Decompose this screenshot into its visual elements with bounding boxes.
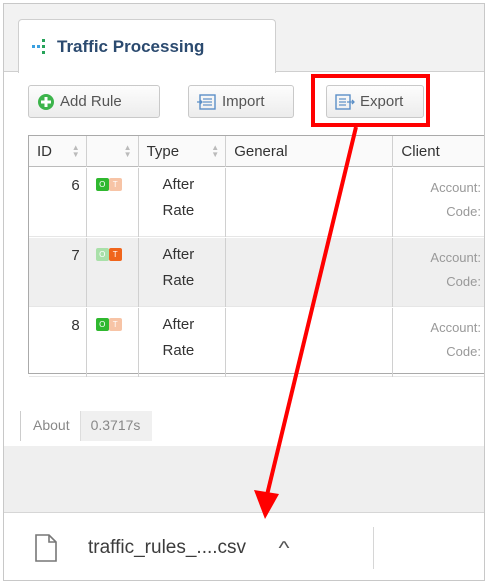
toolbar: Add Rule Import Export	[4, 73, 484, 125]
export-button[interactable]: Export	[326, 85, 424, 118]
document-icon	[35, 534, 57, 562]
row-status: OT	[87, 168, 139, 237]
chevron-up-icon[interactable]: ^	[268, 538, 299, 559]
tab-bar: Traffic Processing	[4, 4, 484, 73]
timing-value: 0.3717s	[79, 411, 153, 441]
export-label: Export	[360, 93, 404, 110]
sort-icon: ▲ ▼	[211, 143, 220, 159]
export-icon	[335, 93, 355, 110]
rules-grid: ID ▲▼ ▲▼ Type ▲▼ General Client 6 OT	[28, 135, 484, 377]
row-status: OT	[87, 238, 139, 307]
column-header-status[interactable]: ▲ ▼	[87, 136, 139, 167]
table-row[interactable]: 6 OT After Rate Account: Code:	[29, 168, 484, 237]
import-button[interactable]: Import	[188, 85, 294, 118]
column-header-general[interactable]: General	[226, 136, 394, 167]
import-label: Import	[222, 93, 265, 110]
status-toggle-icon[interactable]: T	[108, 178, 122, 191]
table-row[interactable]: 8 OT After Rate Account: Code:	[29, 308, 484, 377]
row-type: After Rate	[139, 168, 227, 237]
status-online-icon[interactable]: O	[95, 248, 109, 261]
grid-dots-icon	[32, 38, 45, 54]
row-general	[226, 308, 394, 377]
column-header-type[interactable]: Type ▲ ▼	[139, 136, 227, 167]
row-client: Account: Code:	[430, 250, 481, 289]
add-rule-label: Add Rule	[60, 93, 122, 110]
column-header-client[interactable]: Client	[393, 136, 484, 167]
about-link[interactable]: About	[20, 411, 80, 441]
column-header-id[interactable]: ID ▲ ▼	[29, 136, 87, 167]
table-row[interactable]: 7 OT After Rate Account: Code:	[29, 238, 484, 307]
status-toggle-icon[interactable]: T	[108, 318, 122, 331]
row-id: 6	[29, 168, 87, 237]
row-type: After Rate	[139, 308, 227, 377]
app-frame: Traffic Processing Add Rule Import Expor…	[3, 3, 485, 581]
row-id: 7	[29, 238, 87, 307]
row-status: OT	[87, 308, 139, 377]
plus-circle-icon	[38, 93, 54, 110]
status-online-icon[interactable]: O	[95, 318, 109, 331]
row-general	[226, 168, 394, 237]
download-file-name[interactable]: traffic_rules_....csv	[88, 537, 246, 559]
row-id: 8	[29, 308, 87, 377]
row-type: After Rate	[139, 238, 227, 307]
row-client: Account: Code:	[430, 180, 481, 219]
row-client: Account: Code:	[430, 320, 481, 359]
add-rule-button[interactable]: Add Rule	[28, 85, 160, 118]
import-icon	[197, 93, 216, 110]
tab-title: Traffic Processing	[57, 36, 205, 56]
status-toggle-icon[interactable]: T	[108, 248, 122, 261]
sort-icon: ▲ ▼	[71, 143, 80, 159]
status-footer: About 0.3717s	[4, 401, 484, 446]
tab-traffic-processing[interactable]: Traffic Processing	[18, 19, 276, 73]
row-general	[226, 238, 394, 307]
status-online-icon[interactable]: O	[95, 178, 109, 191]
download-bar: traffic_rules_....csv ^	[4, 512, 484, 580]
download-item[interactable]: traffic_rules_....csv ^	[26, 527, 374, 569]
sort-icon: ▲ ▼	[123, 143, 132, 159]
page-background	[4, 446, 484, 512]
about-box: About 0.3717s	[20, 411, 153, 441]
grid-header: ID ▲ ▼ ▲ ▼ Type ▲ ▼ General Client	[29, 136, 484, 167]
